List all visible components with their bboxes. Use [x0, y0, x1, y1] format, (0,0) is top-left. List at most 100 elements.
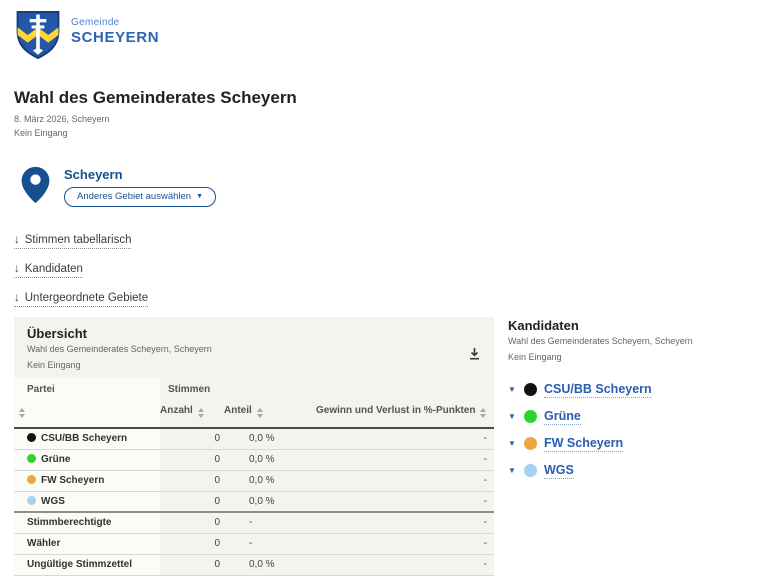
arrow-down-icon: ↓: [14, 263, 20, 275]
expand-triangle-icon[interactable]: ▼: [508, 439, 518, 448]
anzahl-value: 0: [160, 470, 224, 491]
column-group-votes: Stimmen: [160, 378, 494, 405]
gewinn-verlust-value: -: [316, 554, 494, 575]
summary-label: Ungültige Stimmzettel: [14, 554, 160, 575]
site-header: Gemeinde SCHEYERN: [0, 0, 768, 61]
sort-icon[interactable]: [198, 408, 204, 418]
anteil-value: -: [224, 533, 316, 554]
table-row-summary: Ungültige Stimmzettel 0 0,0 % -: [14, 554, 494, 575]
party-candidates-link[interactable]: Grüne: [544, 409, 581, 425]
list-item: ▼ Grüne: [508, 410, 768, 423]
table-row-summary: Stimmberechtigte 0 - -: [14, 512, 494, 533]
sort-icon[interactable]: [480, 408, 486, 418]
election-status-line: Kein Eingang: [14, 127, 768, 141]
anteil-value: 0,0 %: [224, 554, 316, 575]
gewinn-verlust-value: -: [316, 449, 494, 470]
expand-triangle-icon[interactable]: ▼: [508, 385, 518, 394]
gewinn-verlust-value: -: [316, 470, 494, 491]
gewinn-verlust-value: -: [316, 512, 494, 533]
table-row-party: FW Scheyern 0 0,0 % -: [14, 470, 494, 491]
anzahl-value: 0: [160, 512, 224, 533]
anchor-label: Untergeordnete Gebiete: [25, 292, 148, 304]
kandidaten-list: ▼ CSU/BB Scheyern ▼ Grüne ▼ FW Scheyern …: [508, 383, 768, 477]
map-pin-icon: [21, 165, 50, 205]
column-header-gewinn-verlust: Gewinn und Verlust in %-Punkten: [316, 405, 494, 428]
anteil-value: 0,0 %: [224, 470, 316, 491]
overview-card: Übersicht Wahl des Gemeinderates Scheyer…: [14, 317, 494, 576]
anchor-link-stimmen-tabellarisch[interactable]: ↓ Stimmen tabellarisch: [14, 234, 131, 249]
kandidaten-subtitle: Wahl des Gemeinderates Scheyern, Scheyer…: [508, 335, 768, 349]
party-color-dot: [27, 454, 36, 463]
change-area-label: Anderes Gebiet auswählen: [77, 191, 191, 202]
anzahl-value: 0: [160, 428, 224, 449]
kandidaten-title: Kandidaten: [508, 318, 768, 333]
area-selector: Scheyern Anderes Gebiet auswählen ▼: [21, 165, 768, 207]
party-color-dot: [524, 437, 537, 450]
party-color-dot: [524, 464, 537, 477]
sort-icon[interactable]: [257, 408, 263, 418]
current-area-name: Scheyern: [64, 167, 216, 182]
column-header-anzahl: Anzahl: [160, 405, 224, 428]
overview-table: Partei Stimmen Anzahl Anteil Gewinn und …: [14, 378, 494, 576]
overview-title: Übersicht: [27, 326, 481, 341]
party-candidates-link[interactable]: FW Scheyern: [544, 436, 623, 452]
party-candidates-link[interactable]: CSU/BB Scheyern: [544, 382, 652, 398]
column-group-party: Partei: [14, 378, 160, 405]
anzahl-value: 0: [160, 554, 224, 575]
anchor-label: Stimmen tabellarisch: [25, 234, 132, 246]
party-name: Grüne: [41, 454, 70, 465]
chevron-down-icon: ▼: [196, 193, 203, 200]
election-date-line: 8. März 2026, Scheyern: [14, 113, 768, 127]
anteil-value: -: [224, 512, 316, 533]
party-name: WGS: [41, 496, 65, 507]
sort-icon[interactable]: [19, 408, 25, 418]
logo-text: Gemeinde SCHEYERN: [71, 17, 159, 46]
expand-triangle-icon[interactable]: ▼: [508, 412, 518, 421]
anchor-label: Kandidaten: [25, 263, 83, 275]
anzahl-value: 0: [160, 449, 224, 470]
gewinn-verlust-value: -: [316, 428, 494, 449]
anteil-value: 0,0 %: [224, 491, 316, 512]
anzahl-value: 0: [160, 491, 224, 512]
municipality-coat-of-arms-icon: [15, 9, 61, 61]
column-header-party: [14, 405, 160, 428]
table-row-party: WGS 0 0,0 % -: [14, 491, 494, 512]
kandidaten-panel: Kandidaten Wahl des Gemeinderates Scheye…: [508, 317, 768, 576]
party-candidates-link[interactable]: WGS: [544, 463, 574, 479]
party-name: FW Scheyern: [41, 475, 104, 486]
gewinn-verlust-value: -: [316, 533, 494, 554]
anchor-link-untergeordnete-gebiete[interactable]: ↓ Untergeordnete Gebiete: [14, 292, 148, 307]
table-row-summary: Wähler 0 - -: [14, 533, 494, 554]
summary-label: Wähler: [14, 533, 160, 554]
logo-org-type: Gemeinde: [71, 17, 159, 28]
gewinn-verlust-value: -: [316, 491, 494, 512]
overview-status: Kein Eingang: [27, 359, 481, 373]
party-color-dot: [524, 410, 537, 423]
anchor-link-kandidaten[interactable]: ↓ Kandidaten: [14, 263, 83, 278]
list-item: ▼ FW Scheyern: [508, 437, 768, 450]
party-color-dot: [27, 475, 36, 484]
list-item: ▼ WGS: [508, 464, 768, 477]
download-button[interactable]: [466, 345, 483, 365]
anzahl-value: 0: [160, 533, 224, 554]
arrow-down-icon: ↓: [14, 234, 20, 246]
party-color-dot: [27, 433, 36, 442]
arrow-down-icon: ↓: [14, 292, 20, 304]
party-color-dot: [27, 496, 36, 505]
expand-triangle-icon[interactable]: ▼: [508, 466, 518, 475]
summary-label: Stimmberechtigte: [14, 512, 160, 533]
table-row-party: CSU/BB Scheyern 0 0,0 % -: [14, 428, 494, 449]
party-color-dot: [524, 383, 537, 396]
page-title: Wahl des Gemeinderates Scheyern: [14, 88, 768, 108]
party-name: CSU/BB Scheyern: [41, 433, 127, 444]
table-row-party: Grüne 0 0,0 % -: [14, 449, 494, 470]
overview-subtitle: Wahl des Gemeinderates Scheyern, Scheyer…: [27, 343, 481, 357]
page-anchors: ↓ Stimmen tabellarisch ↓ Kandidaten ↓ Unter…: [14, 230, 768, 307]
anteil-value: 0,0 %: [224, 428, 316, 449]
column-header-anteil: Anteil: [224, 405, 316, 428]
download-icon: [468, 347, 481, 360]
anteil-value: 0,0 %: [224, 449, 316, 470]
kandidaten-status: Kein Eingang: [508, 351, 768, 365]
change-area-button[interactable]: Anderes Gebiet auswählen ▼: [64, 187, 216, 207]
list-item: ▼ CSU/BB Scheyern: [508, 383, 768, 396]
